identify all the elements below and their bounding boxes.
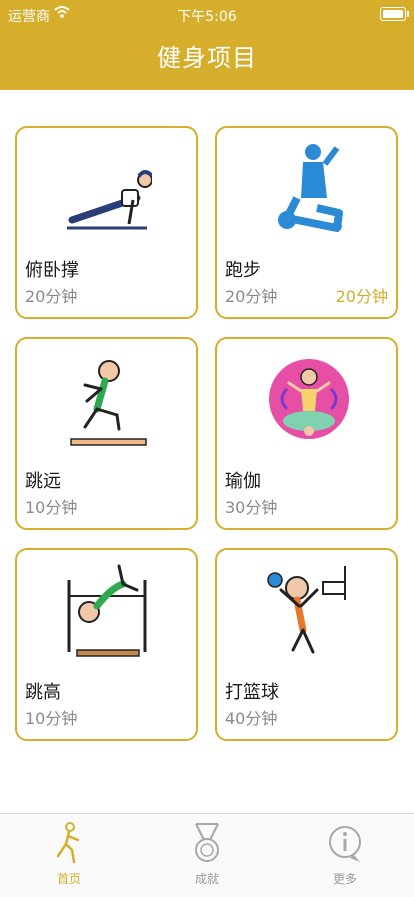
tab-more-label: 更多	[332, 872, 357, 886]
exercise-name: 俯卧撑	[25, 260, 79, 281]
battery-icon	[380, 7, 409, 21]
tab-bar: 首页 成就 更多	[0, 813, 414, 897]
tab-home[interactable]: 首页	[0, 814, 138, 897]
exercise-card-long-jump[interactable]: 跳远 10分钟	[15, 337, 198, 530]
exercise-duration: 10分钟	[25, 709, 78, 728]
elliptical-machine-icon	[278, 144, 343, 232]
exercise-duration: 30分钟	[225, 498, 278, 517]
status-bar: 运营商 下午5:06	[0, 0, 414, 30]
exercise-name: 跳高	[25, 682, 61, 703]
yoga-icon	[269, 359, 349, 439]
exercise-duration: 20分钟	[225, 287, 278, 306]
pushup-icon	[67, 170, 152, 230]
exercise-name: 打篮球	[225, 682, 279, 703]
tab-home-label: 首页	[56, 872, 81, 886]
status-time: 下午5:06	[177, 9, 237, 25]
info-icon	[329, 826, 361, 862]
running-person-icon	[56, 822, 80, 864]
basketball-icon	[267, 566, 346, 654]
exercise-name: 跑步	[225, 260, 261, 281]
tab-achievements-label: 成就	[194, 872, 219, 886]
exercise-duration: 10分钟	[25, 498, 78, 517]
exercise-name: 跳远	[25, 471, 61, 492]
exercise-duration: 20分钟	[25, 287, 78, 306]
tab-more[interactable]: 更多	[276, 814, 414, 897]
exercise-duration-highlight: 20分钟	[335, 287, 388, 306]
high-jump-icon	[67, 564, 147, 657]
exercise-card-high-jump[interactable]: 跳高 10分钟	[15, 548, 198, 741]
exercise-card-yoga[interactable]: 瑜伽 30分钟	[215, 337, 398, 530]
exercise-card-basketball[interactable]: 打篮球 40分钟	[215, 548, 398, 741]
long-jump-icon	[70, 360, 147, 446]
medal-icon	[195, 823, 219, 862]
tab-achievements[interactable]: 成就	[138, 814, 276, 897]
exercise-duration: 40分钟	[225, 709, 278, 728]
exercise-name: 瑜伽	[225, 471, 261, 492]
exercise-card-running[interactable]: 跑步 20分钟 20分钟	[215, 126, 398, 319]
page-title: 健身项目	[157, 44, 257, 72]
nav-header: 运营商 下午5:06 健身项目	[0, 0, 414, 90]
exercise-card-pushup[interactable]: 俯卧撑 20分钟	[15, 126, 198, 319]
